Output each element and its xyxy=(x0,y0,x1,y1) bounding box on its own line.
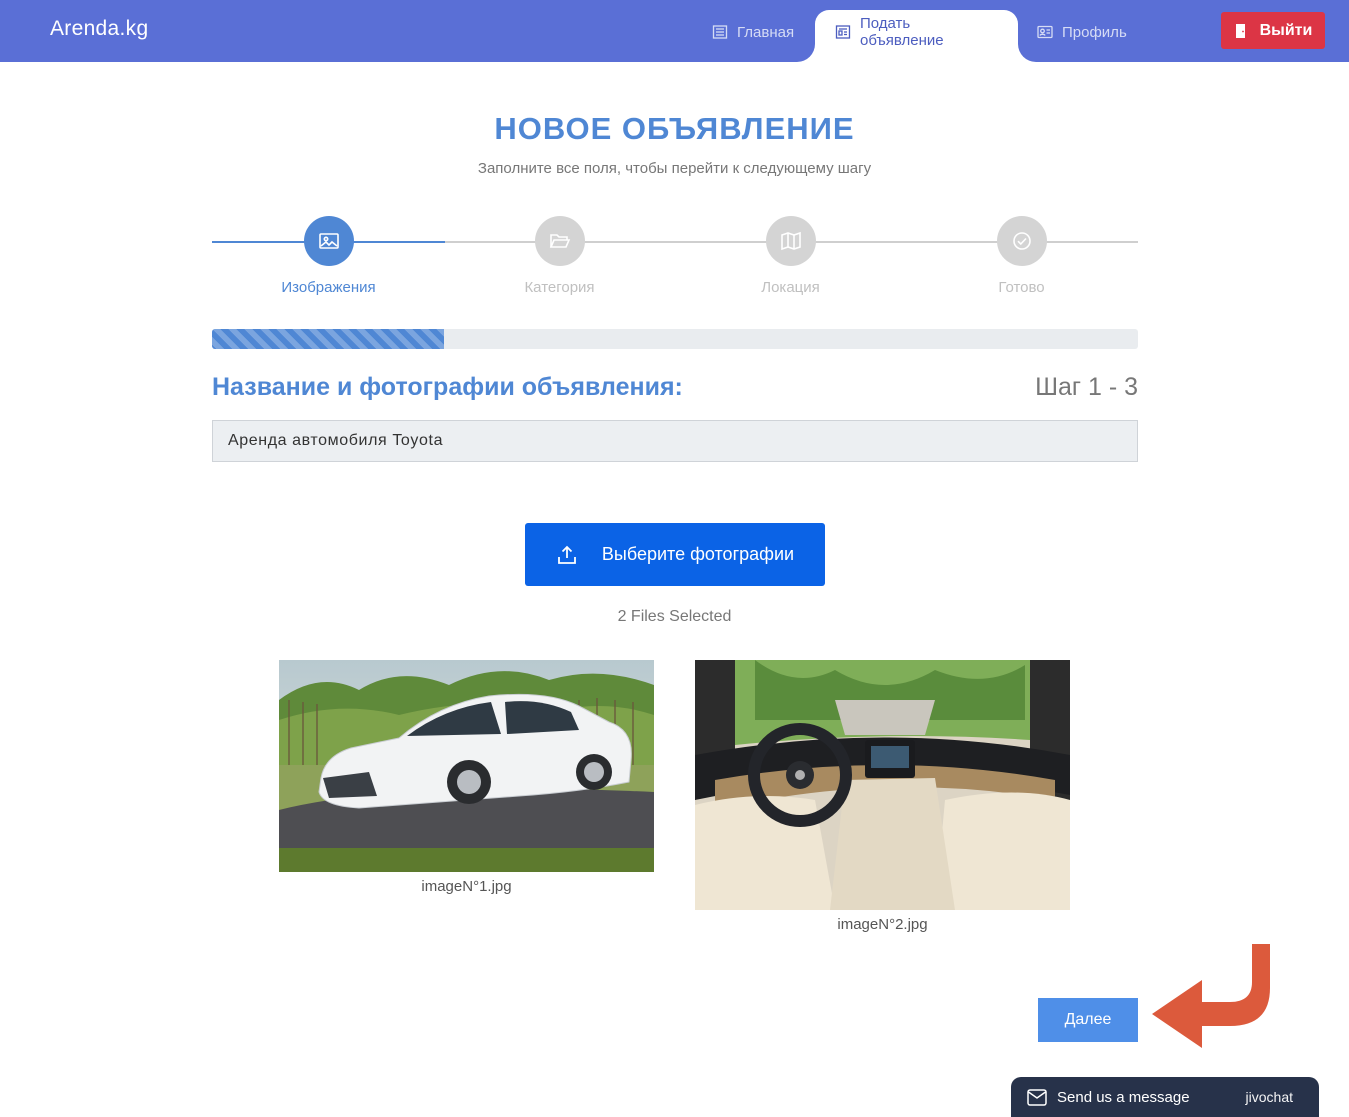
news-icon xyxy=(835,25,851,39)
nav-profile-label: Профиль xyxy=(1062,23,1127,41)
nav-profile[interactable]: Профиль xyxy=(1017,10,1147,62)
nav-home-label: Главная xyxy=(737,23,795,41)
nav-post-ad-label: Подать объявление xyxy=(859,15,944,49)
door-icon xyxy=(1235,23,1245,38)
image-caption: imageN°2.jpg xyxy=(837,916,928,933)
step-label: Категория xyxy=(524,279,595,296)
car-exterior-photo xyxy=(279,660,654,872)
news-icon xyxy=(712,25,728,39)
step-counter: Шаг 1 - 3 xyxy=(1035,373,1138,401)
curved-arrow-icon xyxy=(1152,944,1270,1048)
map-icon xyxy=(780,231,801,251)
progress-fill xyxy=(212,329,444,349)
step-category[interactable]: Категория xyxy=(444,216,675,296)
ad-title-input[interactable] xyxy=(212,420,1138,462)
image-icon xyxy=(318,233,339,249)
progress-bar xyxy=(212,329,1138,349)
navbar: Arenda.kg Главная Подать объявление Проф… xyxy=(0,0,1349,62)
car-interior-photo xyxy=(695,660,1070,910)
chat-widget[interactable]: Send us a message jivochat xyxy=(1011,1077,1319,1117)
steps-wizard: Изображения Категория Локация Готово xyxy=(212,216,1138,306)
envelope-icon xyxy=(1027,1088,1047,1106)
image-preview-2: imageN°2.jpg xyxy=(695,660,1070,933)
step-location[interactable]: Локация xyxy=(675,216,906,296)
id-card-icon xyxy=(1037,25,1053,39)
nav-post-ad[interactable]: Подать объявление xyxy=(815,10,1018,62)
step-done[interactable]: Готово xyxy=(906,216,1137,296)
step-label: Изображения xyxy=(281,279,376,296)
folder-open-icon xyxy=(549,234,570,248)
section-title: Название и фотографии объявления: xyxy=(212,373,683,401)
choose-photos-label: Выберите фотографии xyxy=(601,544,795,564)
step-label: Локация xyxy=(761,279,820,296)
page-subtitle: Заполните все поля, чтобы перейти к след… xyxy=(477,160,872,177)
logout-button[interactable]: Выйти xyxy=(1221,12,1325,49)
image-preview-1: imageN°1.jpg xyxy=(279,660,654,895)
chat-label: Send us a message xyxy=(1057,1088,1190,1106)
files-selected-text: 2 Files Selected xyxy=(617,608,732,625)
chat-brand: jivochat xyxy=(1245,1089,1293,1105)
next-button[interactable]: Далее xyxy=(1038,998,1138,1042)
check-circle-icon xyxy=(1012,232,1031,250)
upload-icon xyxy=(558,545,576,564)
nav-home[interactable]: Главная xyxy=(692,10,814,62)
page-title: НОВОЕ ОБЪЯВЛЕНИЕ xyxy=(494,111,855,146)
image-caption: imageN°1.jpg xyxy=(421,878,512,895)
choose-photos-button[interactable]: Выберите фотографии xyxy=(525,523,825,586)
brand-logo[interactable]: Arenda.kg xyxy=(50,17,148,41)
step-label: Готово xyxy=(998,279,1045,296)
logout-label: Выйти xyxy=(1259,21,1313,39)
step-images[interactable]: Изображения xyxy=(213,216,444,296)
